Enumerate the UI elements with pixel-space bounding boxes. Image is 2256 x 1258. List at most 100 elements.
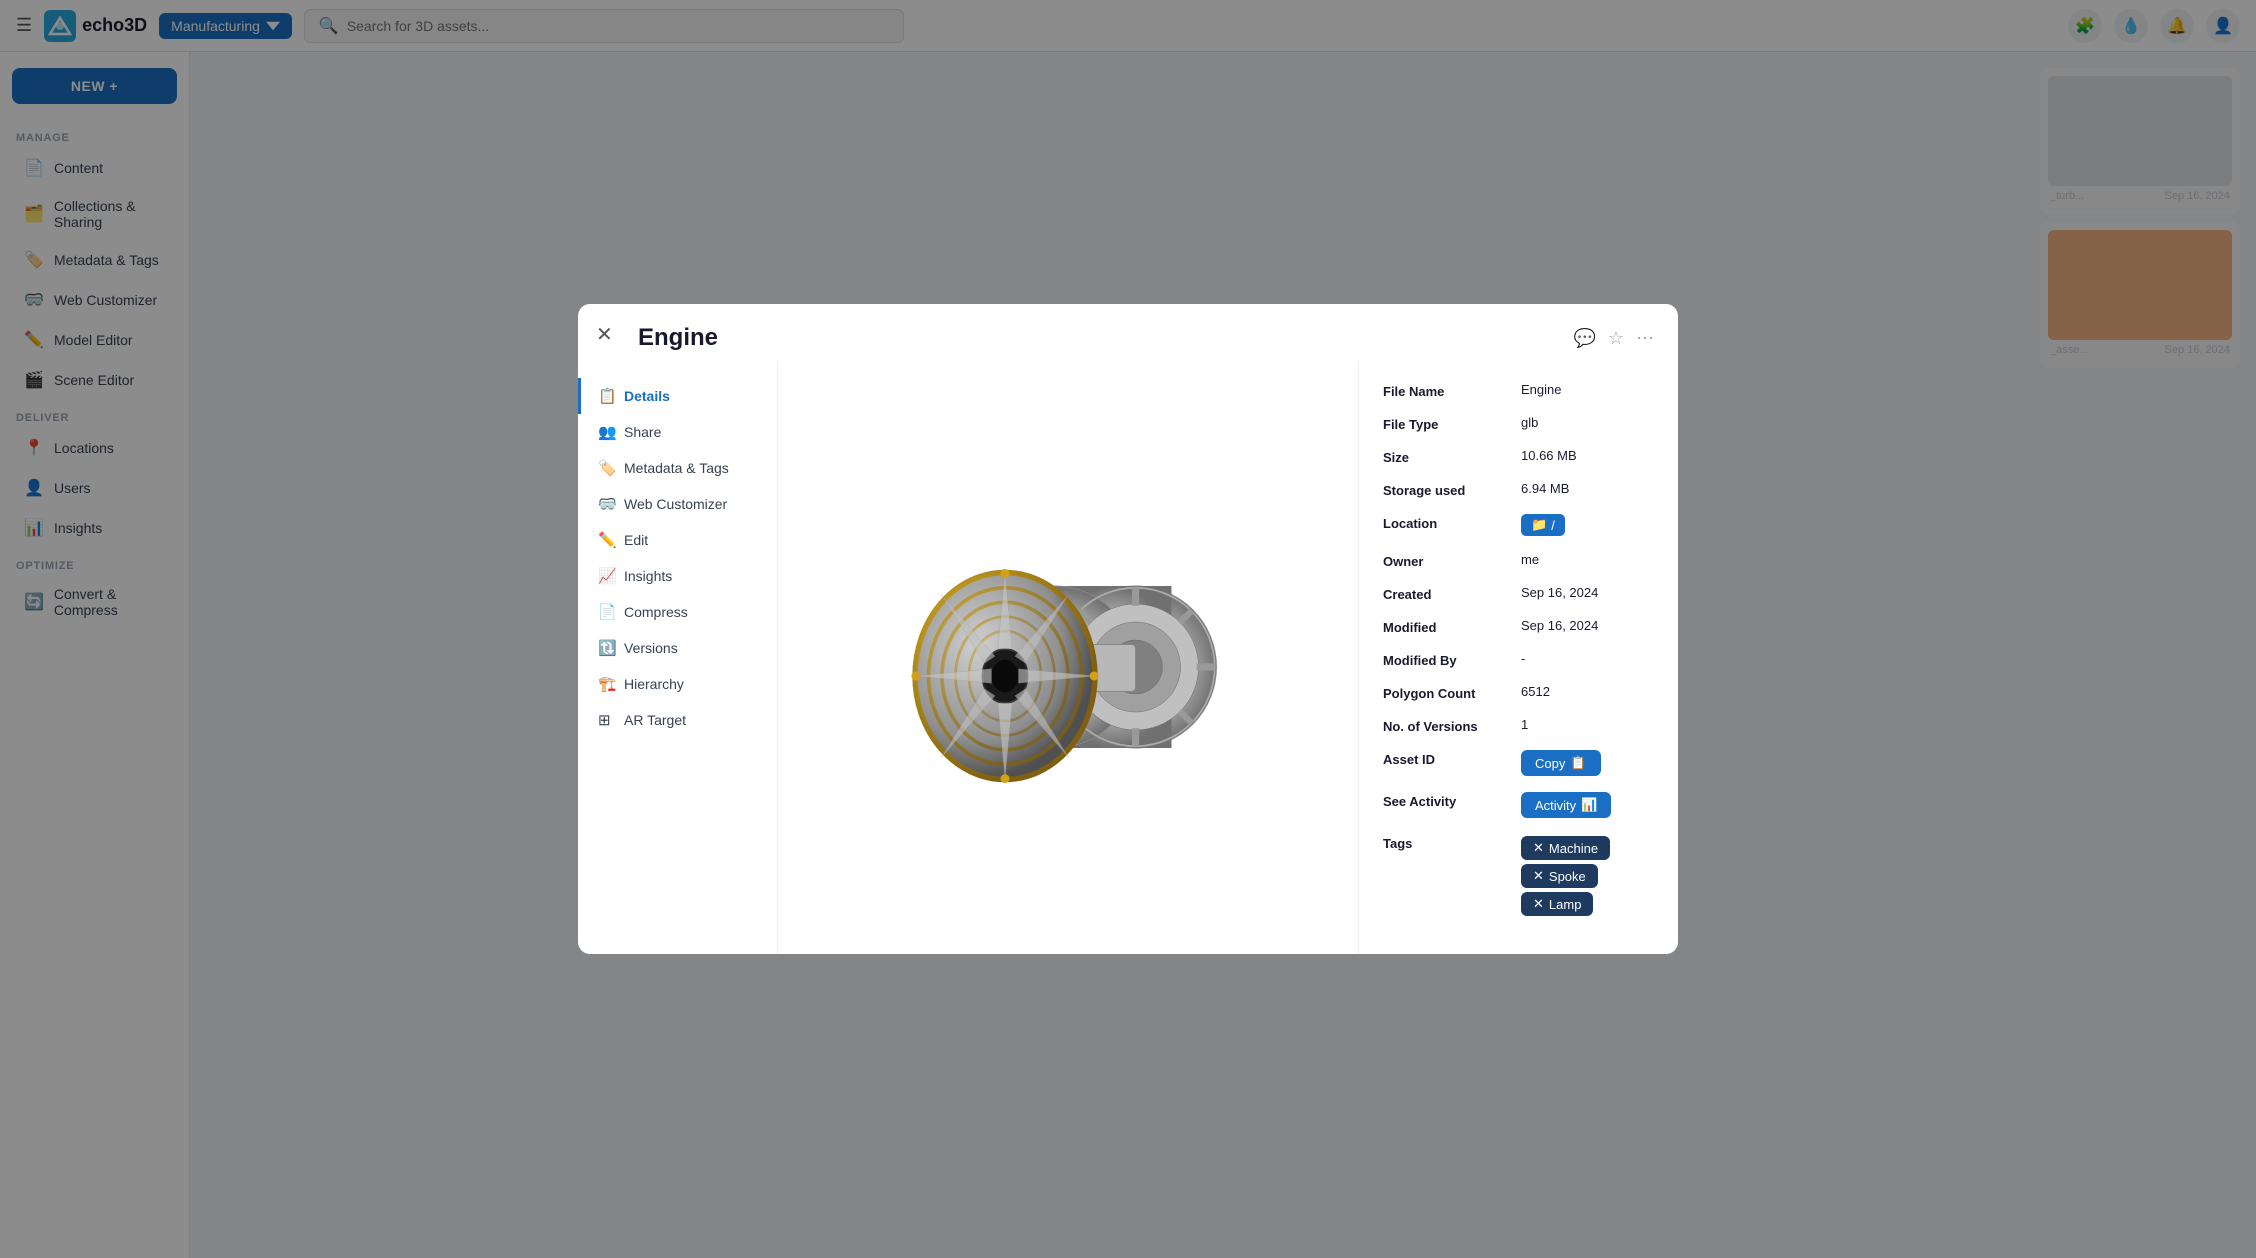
- web-customizer-nav-label: Web Customizer: [624, 496, 727, 512]
- tag-spoke[interactable]: ✕ Spoke: [1521, 864, 1598, 888]
- modal-title: Engine: [638, 324, 718, 352]
- owner-value: me: [1521, 552, 1654, 567]
- versions-value: 1: [1521, 717, 1654, 732]
- activity-btn-label: Activity: [1535, 798, 1576, 813]
- tag-lamp-label: Lamp: [1549, 897, 1582, 912]
- share-nav-label: Share: [624, 424, 661, 440]
- created-label: Created: [1383, 585, 1513, 602]
- tag-icon-3: ✕: [1533, 896, 1544, 912]
- asset-id-label: Asset ID: [1383, 750, 1513, 767]
- compress-nav-icon: 📄: [598, 603, 616, 621]
- tag-icon: ✕: [1533, 840, 1544, 856]
- location-badge[interactable]: 📁 /: [1521, 514, 1565, 536]
- detail-row-filename: File Name Engine: [1383, 382, 1654, 399]
- nav-item-details[interactable]: 📋 Details: [578, 378, 777, 414]
- nav-item-share[interactable]: 👥 Share: [578, 414, 777, 450]
- nav-item-edit[interactable]: ✏️ Edit: [578, 522, 777, 558]
- tags-container: ✕ Machine ✕ Spoke ✕ Lamp: [1521, 834, 1654, 918]
- activity-button[interactable]: Activity 📊: [1521, 792, 1611, 818]
- insights-nav-label: Insights: [624, 568, 672, 584]
- created-value: Sep 16, 2024: [1521, 585, 1654, 600]
- location-value: /: [1551, 518, 1555, 533]
- detail-row-size: Size 10.66 MB: [1383, 448, 1654, 465]
- filetype-label: File Type: [1383, 415, 1513, 432]
- insights-nav-icon: 📈: [598, 567, 616, 585]
- tag-icon-2: ✕: [1533, 868, 1544, 884]
- location-label: Location: [1383, 514, 1513, 531]
- nav-item-versions[interactable]: 🔃 Versions: [578, 630, 777, 666]
- detail-row-activity: See Activity Activity 📊: [1383, 792, 1654, 818]
- nav-item-insights[interactable]: 📈 Insights: [578, 558, 777, 594]
- polygon-value: 6512: [1521, 684, 1654, 699]
- detail-row-storage: Storage used 6.94 MB: [1383, 481, 1654, 498]
- filetype-value: glb: [1521, 415, 1654, 430]
- edit-nav-icon: ✏️: [598, 531, 616, 549]
- engine-3d-model: [888, 488, 1248, 828]
- copy-asset-id-button[interactable]: Copy 📋: [1521, 750, 1601, 776]
- tags-label: Tags: [1383, 834, 1513, 851]
- owner-label: Owner: [1383, 552, 1513, 569]
- detail-row-modified: Modified Sep 16, 2024: [1383, 618, 1654, 635]
- filename-label: File Name: [1383, 382, 1513, 399]
- versions-nav-icon: 🔃: [598, 639, 616, 657]
- detail-row-modified-by: Modified By -: [1383, 651, 1654, 668]
- activity-label: See Activity: [1383, 792, 1513, 809]
- versions-label: No. of Versions: [1383, 717, 1513, 734]
- ar-target-nav-label: AR Target: [624, 712, 686, 728]
- detail-row-filetype: File Type glb: [1383, 415, 1654, 432]
- model-preview-area: [778, 362, 1358, 954]
- modified-label: Modified: [1383, 618, 1513, 635]
- web-customizer-nav-icon: 🥽: [598, 495, 616, 513]
- polygon-label: Polygon Count: [1383, 684, 1513, 701]
- metadata-nav-icon: 🏷️: [598, 459, 616, 477]
- modal-close-button[interactable]: ✕: [596, 322, 613, 347]
- size-value: 10.66 MB: [1521, 448, 1654, 463]
- tag-machine[interactable]: ✕ Machine: [1521, 836, 1610, 860]
- detail-row-location: Location 📁 /: [1383, 514, 1654, 536]
- copy-btn-label: Copy: [1535, 756, 1565, 771]
- storage-label: Storage used: [1383, 481, 1513, 498]
- share-nav-icon: 👥: [598, 423, 616, 441]
- tag-lamp[interactable]: ✕ Lamp: [1521, 892, 1593, 916]
- folder-icon: 📁: [1531, 517, 1547, 533]
- size-label: Size: [1383, 448, 1513, 465]
- edit-nav-label: Edit: [624, 532, 648, 548]
- ar-target-nav-icon: ⊞: [598, 711, 616, 729]
- nav-item-compress[interactable]: 📄 Compress: [578, 594, 777, 630]
- more-options-icon[interactable]: ⋯: [1636, 328, 1654, 349]
- details-nav-label: Details: [624, 388, 670, 404]
- nav-item-web-customizer[interactable]: 🥽 Web Customizer: [578, 486, 777, 522]
- compress-nav-label: Compress: [624, 604, 688, 620]
- modal-nav: 📋 Details 👥 Share 🏷️ Metadata & Tags 🥽 W…: [578, 362, 778, 954]
- copy-icon: 📋: [1570, 755, 1586, 771]
- modal-body: 📋 Details 👥 Share 🏷️ Metadata & Tags 🥽 W…: [578, 362, 1678, 954]
- storage-value: 6.94 MB: [1521, 481, 1654, 496]
- detail-row-polygon: Polygon Count 6512: [1383, 684, 1654, 701]
- detail-row-asset-id: Asset ID Copy 📋: [1383, 750, 1654, 776]
- filename-value: Engine: [1521, 382, 1654, 397]
- detail-row-tags: Tags ✕ Machine ✕ Spoke ✕: [1383, 834, 1654, 918]
- tag-machine-label: Machine: [1549, 841, 1598, 856]
- metadata-nav-label: Metadata & Tags: [624, 460, 729, 476]
- detail-row-created: Created Sep 16, 2024: [1383, 585, 1654, 602]
- hierarchy-nav-icon: 🏗️: [598, 675, 616, 693]
- modal-content-area: File Name Engine File Type glb Size 10.6…: [778, 362, 1678, 954]
- modified-by-label: Modified By: [1383, 651, 1513, 668]
- detail-row-versions: No. of Versions 1: [1383, 717, 1654, 734]
- tag-spoke-label: Spoke: [1549, 869, 1586, 884]
- modal-overlay[interactable]: ✕ Engine 💬 ☆ ⋯ 📋 Details 👥 Share: [0, 0, 2256, 1258]
- star-icon[interactable]: ☆: [1608, 328, 1624, 349]
- detail-row-owner: Owner me: [1383, 552, 1654, 569]
- nav-item-ar-target[interactable]: ⊞ AR Target: [578, 702, 777, 738]
- asset-detail-modal: ✕ Engine 💬 ☆ ⋯ 📋 Details 👥 Share: [578, 304, 1678, 954]
- comment-icon[interactable]: 💬: [1573, 328, 1595, 349]
- details-nav-icon: 📋: [598, 387, 616, 405]
- hierarchy-nav-label: Hierarchy: [624, 676, 684, 692]
- nav-item-metadata[interactable]: 🏷️ Metadata & Tags: [578, 450, 777, 486]
- activity-icon: 📊: [1581, 797, 1597, 813]
- modified-by-value: -: [1521, 651, 1654, 666]
- nav-item-hierarchy[interactable]: 🏗️ Hierarchy: [578, 666, 777, 702]
- versions-nav-label: Versions: [624, 640, 678, 656]
- details-panel: File Name Engine File Type glb Size 10.6…: [1358, 362, 1678, 954]
- modified-value: Sep 16, 2024: [1521, 618, 1654, 633]
